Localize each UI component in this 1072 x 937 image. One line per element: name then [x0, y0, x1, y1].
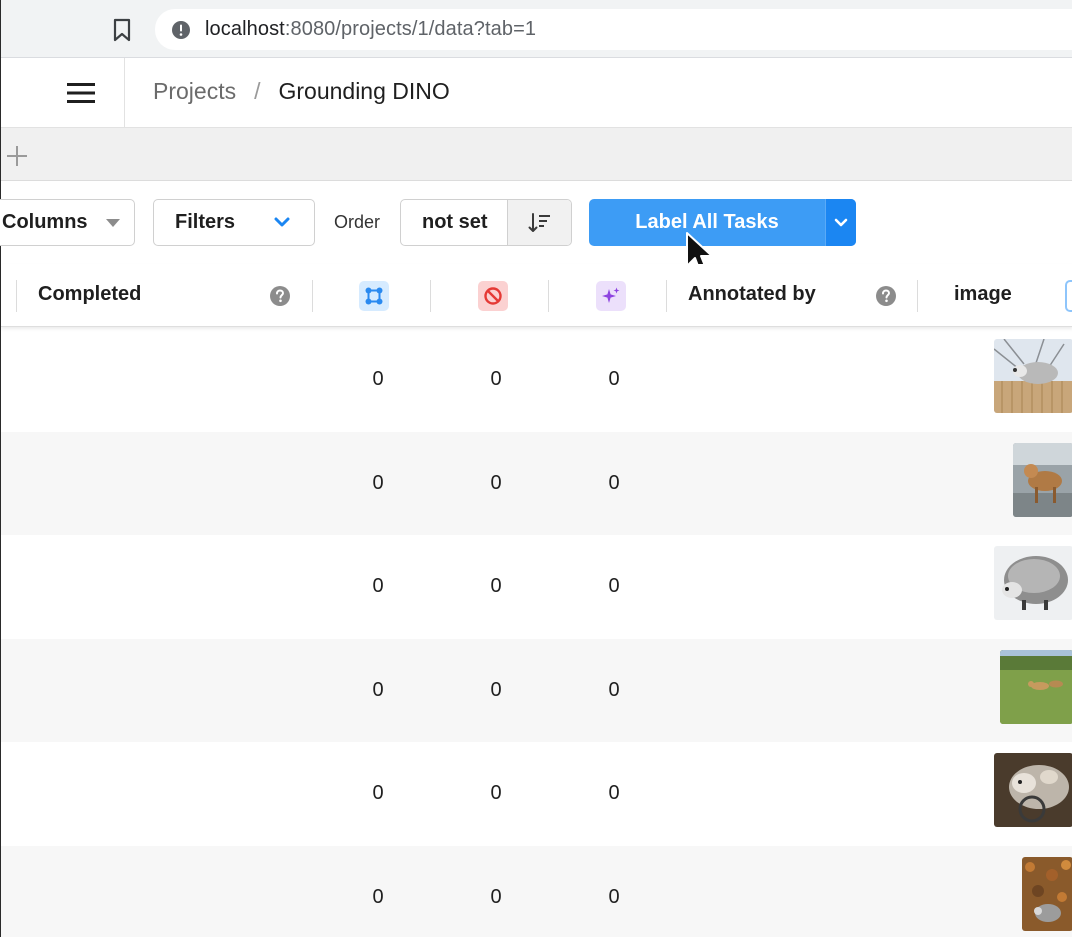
order-select[interactable]: not set	[400, 199, 572, 246]
address-bar[interactable]: localhost:8080/projects/1/data?tab=1	[155, 9, 1072, 50]
annotations-count: 0	[372, 471, 384, 494]
column-divider	[666, 280, 667, 312]
image-thumbnail[interactable]	[1000, 649, 1072, 724]
add-tab-icon[interactable]	[5, 144, 29, 168]
cancelled-count: 0	[490, 885, 502, 908]
cancelled-icon-glyph	[484, 287, 502, 305]
help-icon[interactable]	[269, 285, 291, 307]
predictions-count: 0	[608, 885, 620, 908]
caret-down-icon	[106, 219, 120, 227]
help-icon[interactable]	[875, 285, 897, 307]
column-divider	[16, 280, 17, 312]
breadcrumb-separator: /	[254, 78, 261, 104]
hamburger-menu-icon[interactable]	[67, 82, 95, 104]
column-settings-chip[interactable]	[1065, 280, 1072, 312]
url-text: localhost:8080/projects/1/data?tab=1	[205, 18, 537, 40]
order-label: Order	[334, 212, 381, 232]
column-divider	[312, 280, 313, 312]
cancelled-count: 0	[490, 782, 502, 804]
breadcrumb-projects-link[interactable]: Projects	[153, 78, 236, 105]
sparkle-icon	[602, 287, 620, 303]
header-divider	[124, 58, 125, 128]
bookmark-icon[interactable]	[111, 18, 133, 42]
annotations-count: 0	[372, 575, 384, 597]
sort-descending-icon	[528, 212, 550, 232]
column-header-completed[interactable]: Completed	[38, 283, 141, 306]
image-thumbnail[interactable]	[1022, 856, 1072, 931]
column-divider	[917, 280, 918, 312]
views-tab-bar	[1, 128, 1072, 181]
order-value: not set	[422, 211, 488, 233]
column-divider	[548, 280, 549, 312]
filters-label: Filters	[175, 211, 236, 233]
annotations-icon[interactable]	[359, 281, 389, 311]
breadcrumb-current-project: Grounding DINO	[278, 78, 450, 104]
image-thumbnail[interactable]	[994, 753, 1072, 827]
site-info-icon[interactable]	[171, 20, 191, 40]
image-thumbnail[interactable]	[1013, 442, 1072, 517]
table-row[interactable]: 0 0 0	[1, 328, 1072, 432]
table-row[interactable]: 0 0 0	[1, 535, 1072, 639]
columns-label: Columns	[2, 211, 88, 233]
image-thumbnail[interactable]	[994, 339, 1072, 413]
annotations-count: 0	[372, 885, 384, 908]
column-divider	[430, 280, 431, 312]
annotations-icon-glyph	[365, 287, 383, 305]
predictions-count: 0	[608, 368, 620, 390]
label-all-tasks-dropdown[interactable]	[825, 199, 856, 246]
annotations-count: 0	[372, 782, 384, 804]
label-all-tasks-main[interactable]: Label All Tasks	[589, 199, 825, 246]
cancelled-count: 0	[490, 368, 502, 390]
cancelled-count: 0	[490, 575, 502, 597]
column-header-image[interactable]: image	[954, 283, 1012, 306]
annotations-count: 0	[372, 368, 384, 390]
chevron-down-icon	[274, 217, 290, 227]
predictions-icon[interactable]	[596, 281, 626, 311]
cancelled-count: 0	[490, 471, 502, 494]
table-row[interactable]: 0 0 0	[1, 638, 1072, 742]
cancelled-icon[interactable]	[478, 281, 508, 311]
image-thumbnail[interactable]	[994, 546, 1072, 620]
cancelled-count: 0	[490, 678, 502, 701]
predictions-count: 0	[608, 575, 620, 597]
column-header-annotated-by[interactable]: Annotated by	[688, 283, 816, 306]
chevron-down-icon	[834, 218, 848, 226]
predictions-count: 0	[608, 678, 620, 701]
table-row[interactable]: 0 0 0	[1, 431, 1072, 535]
columns-dropdown[interactable]: Columns	[0, 199, 135, 246]
annotations-count: 0	[372, 678, 384, 701]
sort-direction-button[interactable]	[507, 200, 571, 245]
predictions-count: 0	[608, 782, 620, 804]
app-header: Projects / Grounding DINO	[1, 58, 1072, 128]
label-all-tasks-button[interactable]: Label All Tasks	[589, 199, 856, 246]
table-row[interactable]: 0 0 0	[1, 845, 1072, 937]
browser-toolbar: localhost:8080/projects/1/data?tab=1	[1, 0, 1072, 58]
filters-button[interactable]: Filters	[153, 199, 315, 246]
breadcrumb: Projects / Grounding DINO	[153, 78, 450, 105]
table-header: Completed Annotated by image	[1, 264, 1072, 327]
predictions-count: 0	[608, 471, 620, 494]
table-row[interactable]: 0 0 0	[1, 742, 1072, 846]
